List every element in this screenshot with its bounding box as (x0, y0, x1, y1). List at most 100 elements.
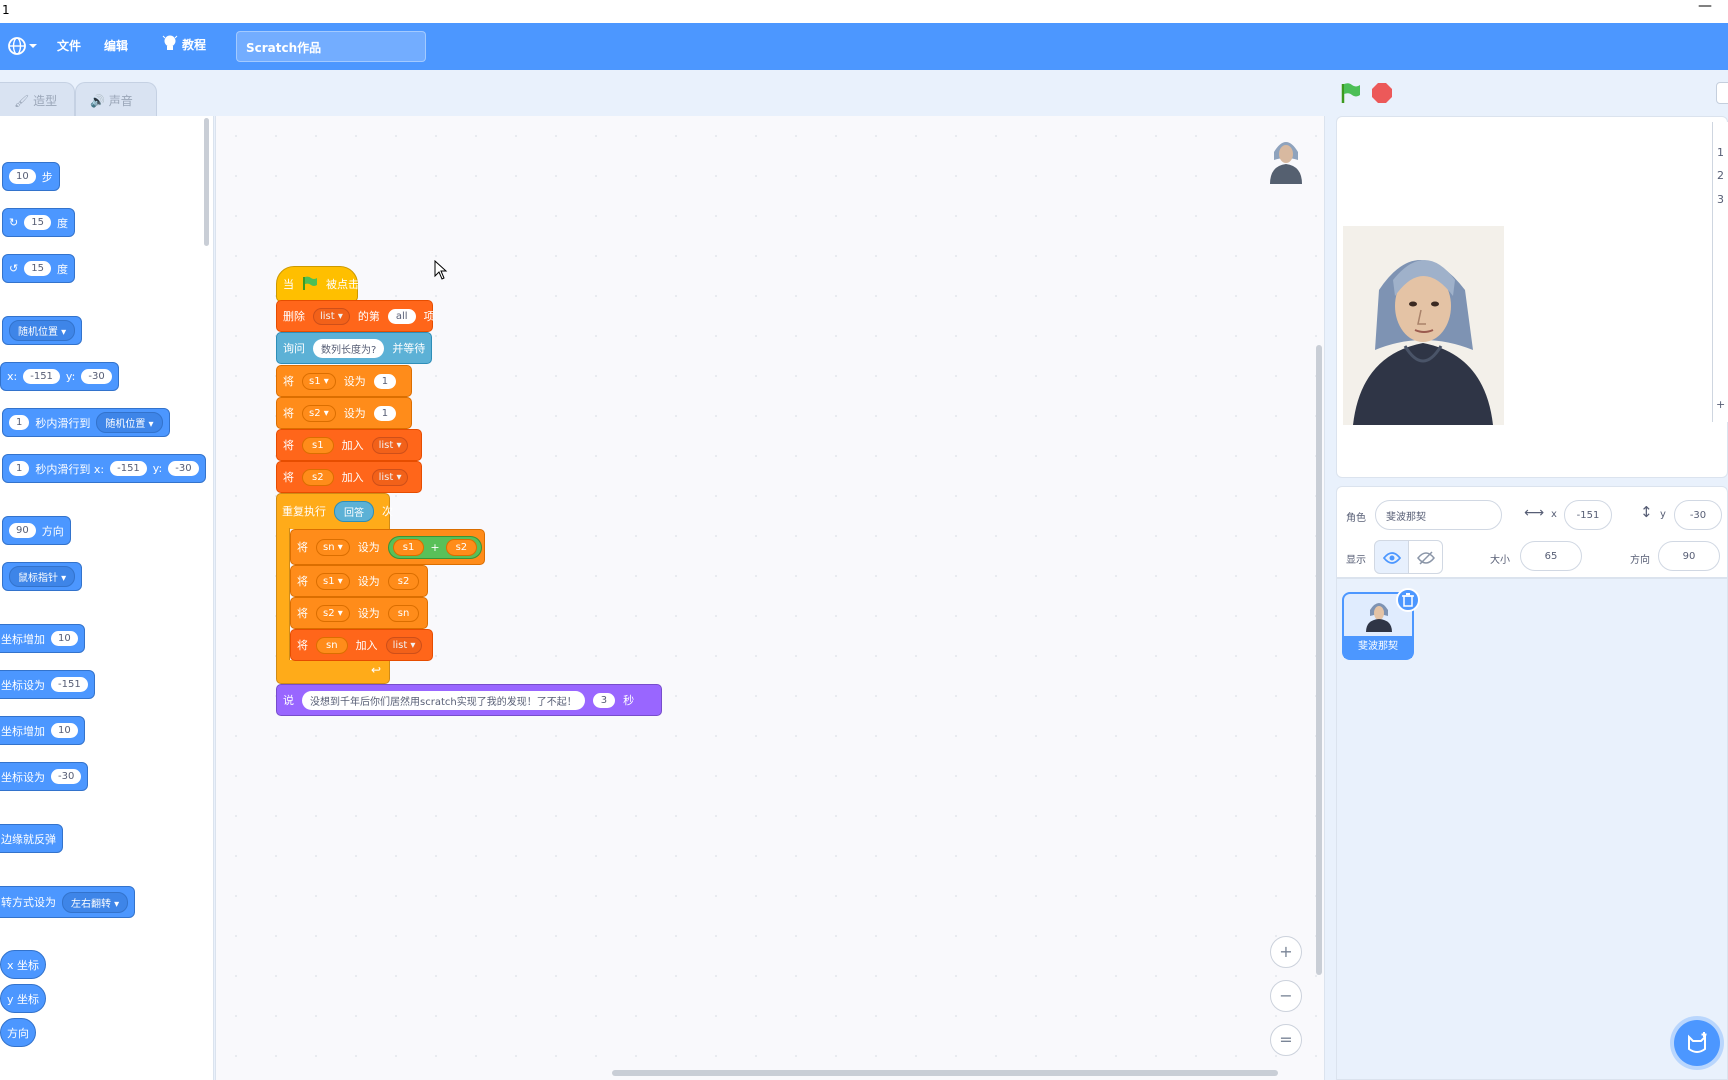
glide-secs-input[interactable]: 1 (9, 461, 30, 476)
globe-icon[interactable] (7, 36, 37, 59)
var-dropdown[interactable]: sn ▾ (316, 538, 350, 556)
minimize-button[interactable]: — (1698, 0, 1712, 14)
change-y-input[interactable]: 10 (51, 723, 78, 738)
delete-sprite-button[interactable] (1396, 588, 1420, 612)
block-bounce[interactable]: 边缘就反弹 (0, 824, 63, 853)
zoom-reset-button[interactable]: = (1270, 1024, 1302, 1056)
var-reporter[interactable]: s2 (302, 468, 334, 486)
question-input[interactable]: 数列长度为? (313, 338, 385, 358)
block-ask-and-wait[interactable]: 询问 数列长度为? 并等待 (276, 332, 432, 364)
block-set-s2-to-sn[interactable]: 将 s2 ▾ 设为 sn (290, 597, 428, 629)
zoom-in-button[interactable]: + (1270, 936, 1302, 968)
turn-right-input[interactable]: 15 (24, 215, 51, 230)
message-input[interactable]: 没想到千年后你们居然用scratch实现了我的发现！了不起！ (302, 690, 585, 710)
reporter-x-position[interactable]: x 坐标 (0, 950, 47, 979)
tab-sounds[interactable]: 🔊 声音 (75, 82, 157, 116)
block-move-steps[interactable]: 10 步 (2, 162, 60, 191)
operand-a[interactable]: s1 (392, 538, 425, 556)
menu-file[interactable]: 文件 (57, 37, 81, 54)
x-input[interactable]: -151 (23, 369, 60, 384)
project-title-input[interactable]: Scratch作品 (236, 31, 426, 62)
block-turn-left[interactable]: ↺ 15 度 (2, 254, 75, 283)
glide-secs-input[interactable]: 1 (9, 415, 30, 430)
secs-input[interactable]: 3 (592, 692, 616, 708)
block-add-s1-to-list[interactable]: 将 s1 加入 list ▾ (276, 429, 422, 461)
list-add-button[interactable]: + (1716, 398, 1725, 411)
block-turn-right[interactable]: ↻ 15 度 (2, 208, 75, 237)
glide-y-input[interactable]: -30 (168, 461, 199, 476)
tab-costumes[interactable]: 🖌 造型 (0, 82, 75, 116)
steps-input[interactable]: 10 (9, 169, 36, 184)
size-input[interactable]: 65 (1520, 541, 1582, 571)
turn-left-input[interactable]: 15 (24, 261, 51, 276)
block-say-for-secs[interactable]: 说 没想到千年后你们居然用scratch实现了我的发现！了不起！ 3 秒 (276, 684, 662, 716)
var-dropdown[interactable]: s2 ▾ (302, 404, 336, 422)
change-x-input[interactable]: 10 (51, 631, 78, 646)
towards-dropdown[interactable]: 鼠标指针 ▾ (9, 566, 76, 587)
y-input[interactable]: -30 (1674, 500, 1722, 530)
block-glide-random[interactable]: 1 秒内滑行到 随机位置 ▾ (2, 408, 170, 437)
palette-scrollbar[interactable] (204, 118, 209, 246)
block-glide-xy[interactable]: 1 秒内滑行到 x: -151 y: -30 (2, 454, 206, 483)
block-change-y[interactable]: 坐标增加 10 (0, 716, 85, 745)
block-goto-xy[interactable]: x: -151 y: -30 (0, 362, 119, 391)
direction-input[interactable]: 90 (9, 523, 36, 538)
stop-button[interactable] (1372, 83, 1392, 106)
goto-dropdown[interactable]: 随机位置 ▾ (9, 320, 76, 341)
green-flag-button[interactable] (1340, 82, 1362, 107)
value-input[interactable]: 1 (373, 405, 397, 421)
menu-tutorials[interactable]: 教程 (162, 34, 206, 54)
var-dropdown[interactable]: s1 ▾ (316, 572, 350, 590)
block-change-x[interactable]: 坐标增加 10 (0, 624, 85, 653)
block-rotation-style[interactable]: 转方式设为 左右翻转 ▾ (0, 886, 136, 918)
glide-x-input[interactable]: -151 (110, 461, 147, 476)
block-set-y[interactable]: 坐标设为 -30 (0, 762, 89, 791)
choose-sprite-button[interactable] (1674, 1020, 1720, 1066)
list-dropdown[interactable]: list ▾ (385, 636, 423, 654)
list-dropdown[interactable]: list ▾ (371, 468, 409, 486)
reporter-y-position[interactable]: y 坐标 (0, 984, 47, 1013)
reporter-direction[interactable]: 方向 (0, 1018, 36, 1047)
x-input[interactable]: -151 (1564, 500, 1612, 530)
block-set-s2[interactable]: 将 s2 ▾ 设为 1 (276, 397, 412, 429)
show-hidden-button[interactable] (1408, 540, 1443, 574)
direction-input[interactable]: 90 (1658, 541, 1720, 571)
var-reporter[interactable]: sn (316, 636, 348, 654)
list-row-index: 2 (1717, 169, 1724, 182)
zoom-out-button[interactable]: − (1270, 980, 1302, 1012)
workspace-vertical-scrollbar[interactable] (1316, 345, 1322, 975)
sprite-name-input[interactable]: 斐波那契 (1375, 500, 1502, 530)
menu-edit[interactable]: 编辑 (104, 37, 128, 54)
list-dropdown[interactable]: list ▾ (313, 307, 350, 325)
block-point-towards[interactable]: 鼠标指针 ▾ (2, 562, 83, 591)
block-delete-list-item[interactable]: 删除 list ▾ 的第 all 项 (276, 300, 435, 332)
value-input[interactable]: 1 (373, 373, 397, 389)
block-set-s1[interactable]: 将 s1 ▾ 设为 1 (276, 365, 412, 397)
list-dropdown[interactable]: list ▾ (371, 436, 409, 454)
index-input[interactable]: all (387, 308, 416, 324)
glide-target-dropdown[interactable]: 随机位置 ▾ (96, 412, 163, 433)
rotation-style-dropdown[interactable]: 左右翻转 ▾ (62, 891, 129, 913)
block-set-x[interactable]: 坐标设为 -151 (0, 670, 95, 699)
operand-b[interactable]: s2 (445, 538, 478, 556)
workspace-horizontal-scrollbar[interactable] (612, 1070, 1278, 1076)
block-point-direction[interactable]: 90 方向 (2, 516, 71, 545)
stage-layout-button[interactable] (1716, 82, 1728, 104)
block-goto[interactable]: 随机位置 ▾ (2, 316, 83, 345)
answer-reporter[interactable]: 回答 (334, 500, 374, 522)
block-set-sn[interactable]: 将 sn ▾ 设为 s1 + s2 (290, 529, 485, 565)
show-visible-button[interactable] (1374, 540, 1409, 574)
var-reporter[interactable]: sn (387, 604, 420, 622)
block-set-s1-to-s2[interactable]: 将 s1 ▾ 设为 s2 (290, 565, 428, 597)
add-operator[interactable]: s1 + s2 (387, 535, 483, 559)
var-reporter[interactable]: s1 (302, 436, 334, 454)
block-add-s2-to-list[interactable]: 将 s2 加入 list ▾ (276, 461, 422, 493)
set-x-input[interactable]: -151 (51, 677, 88, 692)
var-dropdown[interactable]: s2 ▾ (316, 604, 350, 622)
var-dropdown[interactable]: s1 ▾ (302, 372, 336, 390)
block-when-flag-clicked[interactable]: 当 被点击 (276, 266, 359, 302)
block-add-sn-to-list[interactable]: 将 sn 加入 list ▾ (290, 629, 433, 661)
set-y-input[interactable]: -30 (51, 769, 82, 784)
y-input[interactable]: -30 (81, 369, 112, 384)
var-reporter[interactable]: s2 (387, 572, 420, 590)
